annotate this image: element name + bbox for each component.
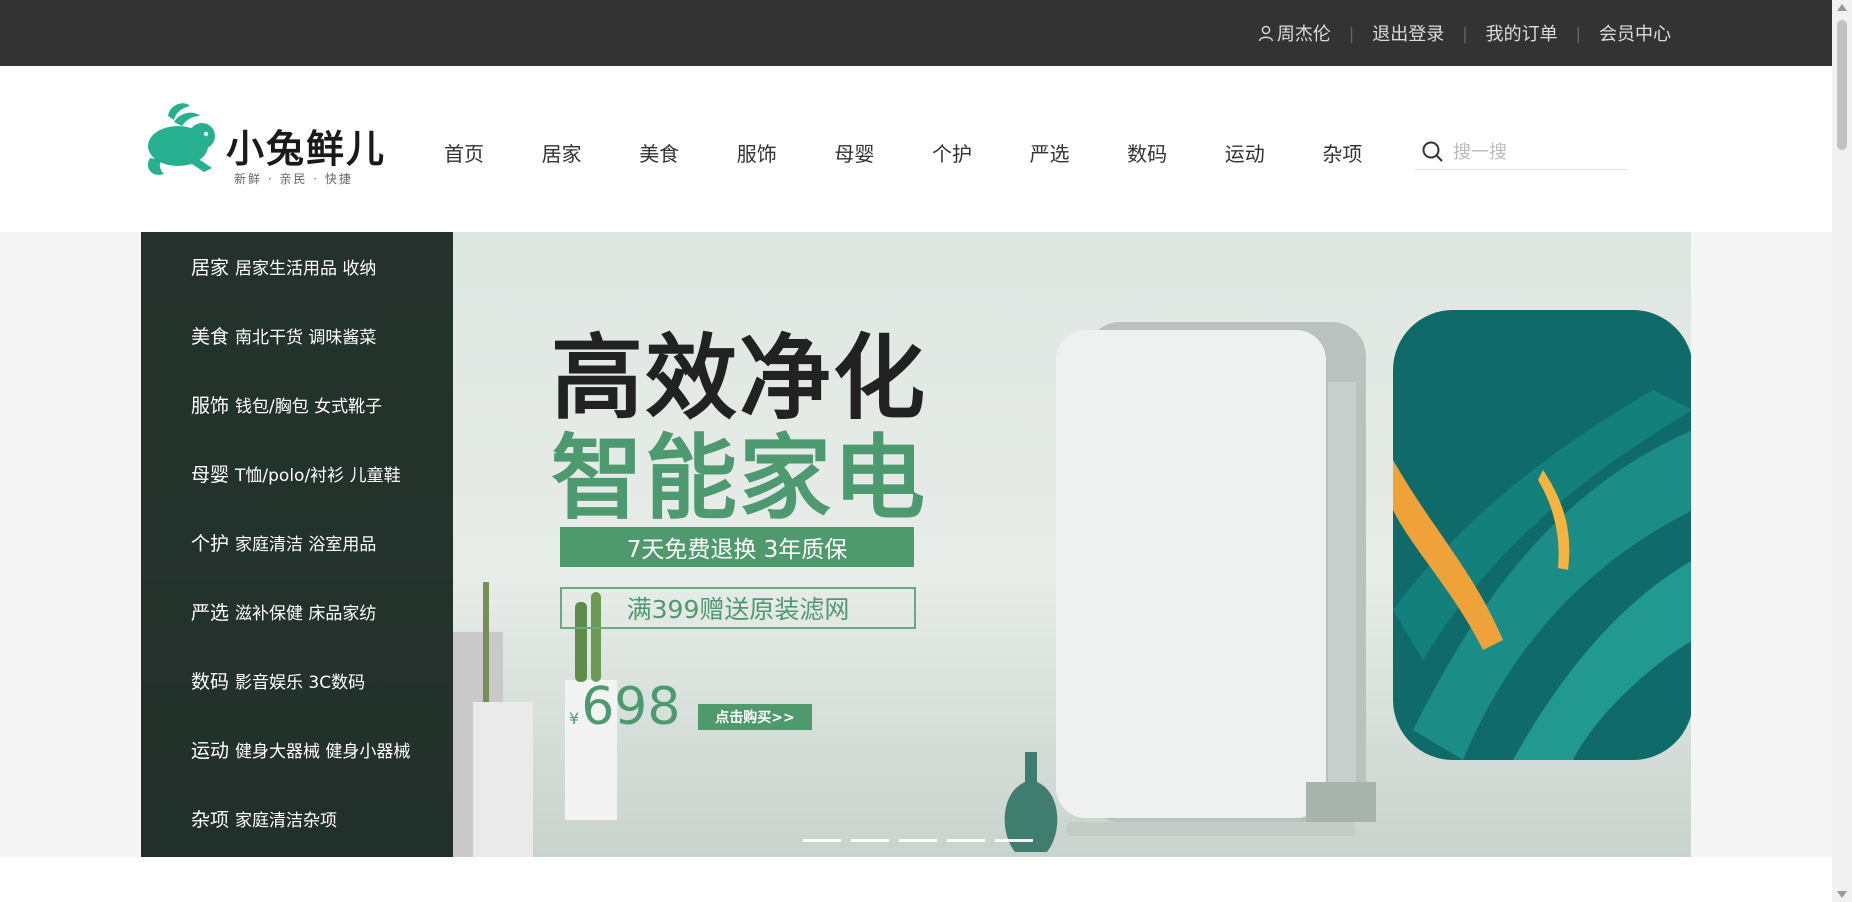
category-item-home[interactable]: 居家 居家生活用品 收纳 <box>141 232 453 301</box>
carousel-dot[interactable] <box>851 839 889 842</box>
user-name: 周杰伦 <box>1276 24 1331 45</box>
scroll-down-icon[interactable] <box>1837 891 1847 898</box>
carousel-dot[interactable] <box>899 839 937 842</box>
page-scrollbar[interactable] <box>1832 0 1852 902</box>
category-item-misc[interactable]: 杂项 家庭清洁杂项 <box>141 784 453 853</box>
carousel-dot[interactable] <box>803 839 841 842</box>
search-input[interactable] <box>1451 140 1625 164</box>
category-sub: 滋补保健 床品家纺 <box>235 604 377 624</box>
category-item-baby[interactable]: 母婴 T恤/polo/衬衫 儿童鞋 <box>141 439 453 508</box>
vase-image <box>1004 752 1058 852</box>
category-sub: 南北干货 调味酱菜 <box>235 328 377 348</box>
logout-link[interactable]: 退出登录 <box>1372 20 1444 46</box>
promo-title-line2: 智能家电 <box>551 424 928 532</box>
category-name: 美食 <box>191 326 230 348</box>
currency-symbol: ¥ <box>569 709 580 728</box>
category-item-selected[interactable]: 严选 滋补保健 床品家纺 <box>141 577 453 646</box>
nav-item-selected[interactable]: 严选 <box>1030 138 1128 167</box>
promo-gift-label: 满399赠送原装滤网 <box>560 587 916 629</box>
logo-slogan: 新鲜 · 亲民 · 快捷 <box>234 172 353 186</box>
user-link[interactable]: 周杰伦 <box>1258 20 1331 46</box>
category-menu: 居家 居家生活用品 收纳 美食 南北干货 调味酱菜 服饰 钱包/胸包 女式靴子 … <box>141 232 453 857</box>
category-name: 服饰 <box>191 395 230 417</box>
rabbit-logo-icon <box>147 103 215 175</box>
category-item-food[interactable]: 美食 南北干货 调味酱菜 <box>141 301 453 370</box>
search-icon[interactable] <box>1421 140 1445 164</box>
promo-warranty-badge: 7天免费退换 3年质保 <box>560 527 914 567</box>
search-box <box>1415 135 1628 170</box>
nav-item-digital[interactable]: 数码 <box>1127 138 1225 167</box>
divider: | <box>1462 23 1468 43</box>
banner-section: 居家 居家生活用品 收纳 美食 南北干货 调味酱菜 服饰 钱包/胸包 女式靴子 … <box>0 232 1832 857</box>
category-name: 个护 <box>191 533 230 555</box>
header: 小兔鲜儿 新鲜 · 亲民 · 快捷 首页 居家 美食 服饰 母婴 个护 严选 数… <box>0 66 1832 232</box>
category-sub: 影音娱乐 3C数码 <box>235 673 366 693</box>
nav-item-sports[interactable]: 运动 <box>1225 138 1323 167</box>
hero-banner[interactable]: 居家 居家生活用品 收纳 美食 南北干货 调味酱菜 服饰 钱包/胸包 女式靴子 … <box>141 232 1691 857</box>
category-name: 杂项 <box>191 809 230 831</box>
scroll-thumb[interactable] <box>1837 20 1847 150</box>
main-nav: 首页 居家 美食 服饰 母婴 个护 严选 数码 运动 杂项 <box>444 138 1420 167</box>
top-bar: 周杰伦 | 退出登录 | 我的订单 | 会员中心 <box>0 0 1832 66</box>
nav-item-baby[interactable]: 母婴 <box>834 138 932 167</box>
category-sub: 钱包/胸包 女式靴子 <box>235 397 383 417</box>
category-name: 运动 <box>191 740 230 762</box>
category-sub: 居家生活用品 收纳 <box>235 259 377 279</box>
category-item-clothing[interactable]: 服饰 钱包/胸包 女式靴子 <box>141 370 453 439</box>
buy-button[interactable]: 点击购买>> <box>698 704 812 730</box>
price-value: 698 <box>581 677 681 737</box>
category-item-personal-care[interactable]: 个护 家庭清洁 浴室用品 <box>141 508 453 577</box>
orders-link[interactable]: 我的订单 <box>1486 20 1558 46</box>
category-name: 母婴 <box>191 464 230 486</box>
divider: | <box>1575 23 1581 43</box>
price-display: ¥ 698 <box>569 677 680 737</box>
leaves-image <box>1393 310 1691 760</box>
category-name: 数码 <box>191 671 230 693</box>
category-sub: 家庭清洁杂项 <box>235 811 338 831</box>
category-item-digital[interactable]: 数码 影音娱乐 3C数码 <box>141 646 453 715</box>
logo-name: 小兔鲜儿 <box>226 127 387 171</box>
user-icon <box>1258 25 1274 42</box>
category-name: 严选 <box>191 602 230 624</box>
carousel-dot[interactable] <box>995 839 1033 842</box>
member-center-link[interactable]: 会员中心 <box>1599 20 1671 46</box>
air-purifier-image <box>1056 322 1376 836</box>
site-logo[interactable]: 小兔鲜儿 新鲜 · 亲民 · 快捷 <box>142 98 392 198</box>
scroll-up-icon[interactable] <box>1837 4 1847 11</box>
nav-item-home[interactable]: 首页 <box>444 138 542 167</box>
category-sub: 家庭清洁 浴室用品 <box>235 535 377 555</box>
top-nav: 周杰伦 | 退出登录 | 我的订单 | 会员中心 <box>1258 0 1671 66</box>
carousel-indicators <box>803 839 1033 842</box>
category-item-sports[interactable]: 运动 健身大器械 健身小器械 <box>141 715 453 784</box>
nav-item-food[interactable]: 美食 <box>639 138 737 167</box>
nav-item-home-living[interactable]: 居家 <box>542 138 640 167</box>
category-name: 居家 <box>191 257 230 279</box>
carousel-dot[interactable] <box>947 839 985 842</box>
divider: | <box>1348 23 1355 43</box>
nav-item-misc[interactable]: 杂项 <box>1322 138 1420 167</box>
category-sub: T恤/polo/衬衫 儿童鞋 <box>235 466 401 486</box>
nav-item-personal-care[interactable]: 个护 <box>932 138 1030 167</box>
category-sub: 健身大器械 健身小器械 <box>235 742 411 762</box>
nav-item-clothing[interactable]: 服饰 <box>737 138 835 167</box>
